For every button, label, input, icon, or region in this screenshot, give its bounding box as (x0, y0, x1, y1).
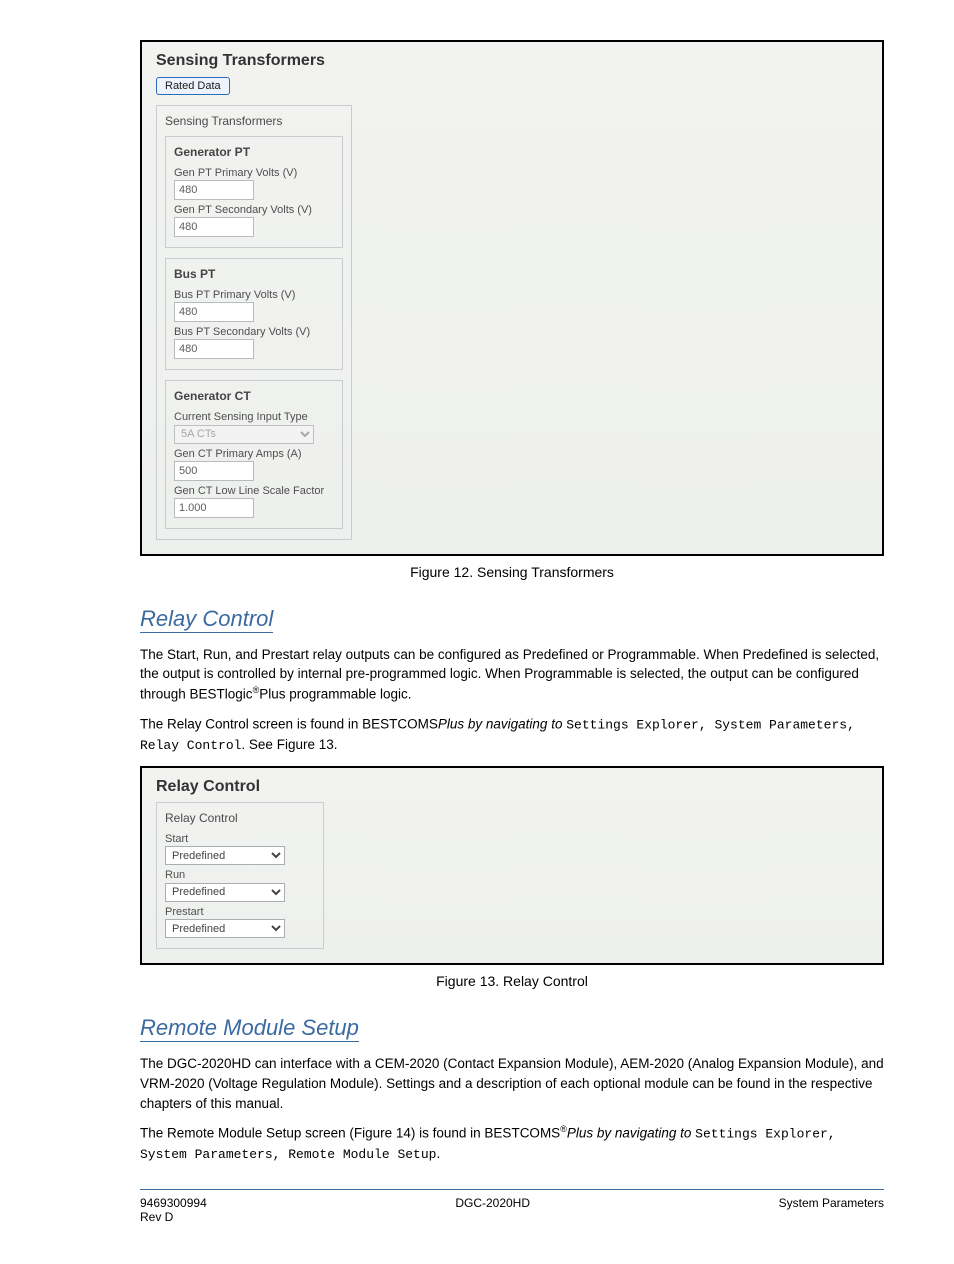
bus-pt-secondary-input[interactable] (174, 339, 254, 359)
trademark-icon: ® (560, 1124, 567, 1134)
figure-12-caption: Figure 12. Sensing Transformers (140, 564, 884, 580)
gen-pt-secondary-label: Gen PT Secondary Volts (V) (174, 204, 334, 216)
remote-module-path-paragraph: The Remote Module Setup screen (Figure 1… (140, 1123, 884, 1165)
gen-pt-primary-label: Gen PT Primary Volts (V) (174, 167, 334, 179)
generator-pt-group: Generator PT Gen PT Primary Volts (V) Ge… (165, 136, 343, 248)
sensing-group-legend: Sensing Transformers (165, 114, 284, 128)
relay-control-panel: Relay Control Relay Control Start Predef… (140, 766, 884, 966)
relay-prestart-label: Prestart (165, 906, 315, 918)
relay-prestart-select[interactable]: Predefined (165, 919, 285, 938)
gen-ct-primary-input[interactable] (174, 461, 254, 481)
remote-module-heading: Remote Module Setup (140, 1015, 359, 1042)
sensing-panel-title: Sensing Transformers (156, 52, 868, 70)
remote-module-paragraph-1: The DGC-2020HD can interface with a CEM-… (140, 1054, 884, 1113)
generator-ct-group: Generator CT Current Sensing Input Type … (165, 380, 343, 529)
current-sensing-type-label: Current Sensing Input Type (174, 411, 334, 423)
relay-start-label: Start (165, 833, 315, 845)
gen-pt-secondary-input[interactable] (174, 217, 254, 237)
relay-run-select[interactable]: Predefined (165, 883, 285, 902)
page-footer: 9469300994 Rev D DGC-2020HD System Param… (140, 1189, 884, 1224)
relay-start-select[interactable]: Predefined (165, 846, 285, 865)
relay-group: Relay Control Start Predefined Run Prede… (156, 802, 324, 950)
figure-13-caption: Figure 13. Relay Control (140, 973, 884, 989)
gen-ct-scale-input[interactable] (174, 498, 254, 518)
footer-section: System Parameters (779, 1196, 884, 1224)
sensing-group: Sensing Transformers Generator PT Gen PT… (156, 105, 352, 540)
footer-revision: Rev D (140, 1210, 173, 1224)
footer-product: DGC-2020HD (455, 1196, 530, 1224)
gen-pt-primary-input[interactable] (174, 180, 254, 200)
generator-pt-legend: Generator PT (174, 145, 252, 159)
bus-pt-primary-label: Bus PT Primary Volts (V) (174, 289, 334, 301)
sensing-transformers-panel: Sensing Transformers Rated Data Sensing … (140, 40, 884, 556)
generator-ct-legend: Generator CT (174, 389, 253, 403)
rated-data-tab[interactable]: Rated Data (156, 77, 230, 95)
relay-run-label: Run (165, 869, 315, 881)
relay-control-heading: Relay Control (140, 606, 273, 633)
bus-pt-secondary-label: Bus PT Secondary Volts (V) (174, 326, 334, 338)
relay-control-paragraph: The Start, Run, and Prestart relay outpu… (140, 645, 884, 704)
footer-doc-number: 9469300994 (140, 1196, 207, 1210)
gen-ct-primary-label: Gen CT Primary Amps (A) (174, 448, 334, 460)
relay-group-legend: Relay Control (165, 811, 240, 825)
bus-pt-legend: Bus PT (174, 267, 217, 281)
relay-panel-title: Relay Control (156, 778, 868, 796)
relay-control-path-paragraph: The Relay Control screen is found in BES… (140, 714, 884, 756)
current-sensing-type-select: 5A CTs (174, 425, 314, 444)
bus-pt-primary-input[interactable] (174, 302, 254, 322)
gen-ct-scale-label: Gen CT Low Line Scale Factor (174, 485, 334, 497)
bus-pt-group: Bus PT Bus PT Primary Volts (V) Bus PT S… (165, 258, 343, 370)
